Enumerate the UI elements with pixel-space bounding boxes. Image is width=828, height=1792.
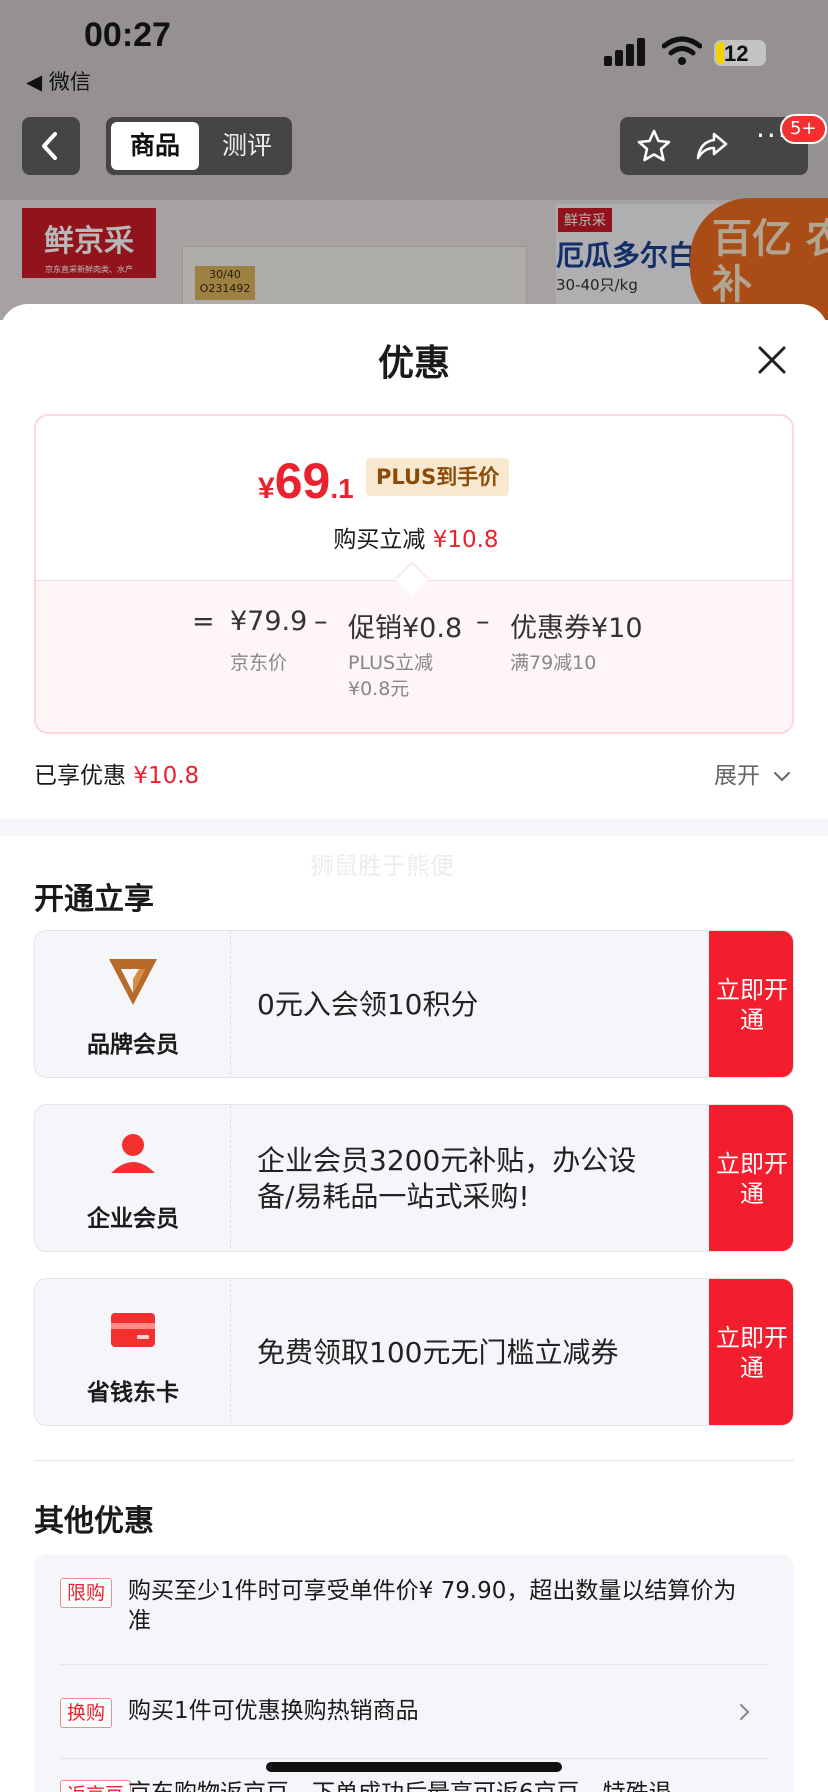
chevron-down-icon bbox=[774, 771, 791, 781]
equals-sign: = bbox=[192, 606, 215, 637]
membership-card: 品牌会员 0元入会领10积分 立即开通 bbox=[34, 930, 794, 1078]
coupon-label: 满79减10 bbox=[510, 652, 597, 674]
message-badge: 5+ bbox=[780, 114, 827, 144]
back-button[interactable] bbox=[22, 117, 80, 175]
instant-discount: 购买立减 ¥10.8 bbox=[333, 527, 499, 553]
membership-desc: 企业会员3200元补贴，办公设备/易耗品一站式采购! bbox=[257, 1144, 637, 1213]
tab-review[interactable]: 测评 bbox=[206, 122, 288, 170]
other-discounts-title: 其他优惠 bbox=[34, 1504, 154, 1539]
divider bbox=[34, 1460, 794, 1461]
person-icon bbox=[111, 1134, 155, 1173]
product-tabs: 商品 测评 bbox=[106, 117, 292, 175]
star-icon[interactable] bbox=[636, 128, 672, 164]
enjoyed-discount: 已享优惠 ¥10.8 bbox=[34, 763, 200, 789]
activate-button[interactable]: 立即开通 bbox=[709, 1105, 793, 1251]
final-price: ¥69.1 bbox=[258, 453, 354, 509]
membership-desc: 0元入会领10积分 bbox=[257, 988, 479, 1021]
bean-tag: 返京豆 bbox=[60, 1780, 132, 1792]
promo-label: PLUS立减 ¥0.8元 bbox=[348, 652, 434, 700]
membership-name: 企业会员 bbox=[87, 1206, 179, 1232]
expand-button[interactable]: 展开 bbox=[714, 756, 791, 790]
plus-price-tag: PLUS到手价 bbox=[366, 458, 510, 496]
watermark: 狮鼠胜于熊便 bbox=[310, 852, 454, 880]
activate-button[interactable]: 立即开通 bbox=[709, 1279, 793, 1425]
background-page: 鲜京采 京东直采新鲜肉类、水产 30/40 O231492 鲜京采 厄瓜多尔白 … bbox=[0, 0, 828, 320]
card-icon bbox=[111, 1313, 155, 1347]
chevron-right-icon bbox=[740, 1704, 750, 1720]
wifi-icon bbox=[662, 36, 702, 65]
signal-icon bbox=[604, 38, 646, 66]
battery-level: 12 bbox=[724, 41, 749, 66]
base-price: ¥79.9 bbox=[230, 606, 308, 637]
membership-name: 省钱东卡 bbox=[87, 1380, 179, 1406]
list-item-text: 购买至少1件时可享受单件价¥ 79.90，超出数量以结算价为准 bbox=[128, 1578, 737, 1634]
other-discounts-list: 限购 购买至少1件时可享受单件价¥ 79.90，超出数量以结算价为准 换购 购买… bbox=[34, 1554, 794, 1792]
minus-sign: – bbox=[314, 606, 328, 637]
sheet-title: 优惠 bbox=[377, 343, 450, 384]
membership-name: 品牌会员 bbox=[87, 1032, 179, 1058]
close-icon[interactable] bbox=[752, 340, 792, 380]
battery-icon: 12 bbox=[712, 38, 768, 68]
share-icon[interactable] bbox=[694, 128, 730, 164]
membership-card: 省钱东卡 免费领取100元无门槛立减券 立即开通 bbox=[34, 1278, 794, 1426]
list-item-text: 京东购物返京豆，下单成功后最高可返6京豆，特殊退 bbox=[128, 1778, 746, 1792]
discount-sheet: 优惠 ¥69.1 PLUS到手价 购买立减 ¥10.8 = ¥79.9 – 促销… bbox=[0, 304, 828, 1792]
limit-tag: 限购 bbox=[60, 1578, 113, 1608]
brand-v-icon bbox=[109, 959, 157, 1005]
status-time: 00:27 bbox=[84, 16, 171, 54]
section-divider bbox=[0, 818, 828, 836]
home-indicator[interactable] bbox=[266, 1762, 562, 1772]
back-to-wechat[interactable]: ◀ 微信 bbox=[26, 66, 91, 96]
list-item-text: 购买1件可优惠换购热销商品 bbox=[128, 1698, 419, 1724]
membership-card: 企业会员 企业会员3200元补贴，办公设备/易耗品一站式采购! 立即开通 bbox=[34, 1104, 794, 1252]
activate-button[interactable]: 立即开通 bbox=[709, 931, 793, 1077]
promo-price: 促销¥0.8 bbox=[348, 613, 463, 644]
coupon-price: 优惠券¥10 bbox=[510, 613, 643, 644]
tab-product[interactable]: 商品 bbox=[111, 122, 199, 170]
price-summary-card: ¥69.1 PLUS到手价 购买立减 ¥10.8 = ¥79.9 – 促销¥0.… bbox=[34, 414, 794, 734]
base-price-label: 京东价 bbox=[230, 652, 288, 674]
status-bar: 00:27 ◀ 微信 12 bbox=[0, 0, 828, 94]
membership-desc: 免费领取100元无门槛立减券 bbox=[257, 1336, 619, 1369]
minus-sign: – bbox=[476, 606, 490, 637]
exchange-tag: 换购 bbox=[60, 1698, 113, 1728]
membership-title: 开通立享 bbox=[34, 882, 154, 917]
chevron-left-icon bbox=[42, 132, 57, 160]
